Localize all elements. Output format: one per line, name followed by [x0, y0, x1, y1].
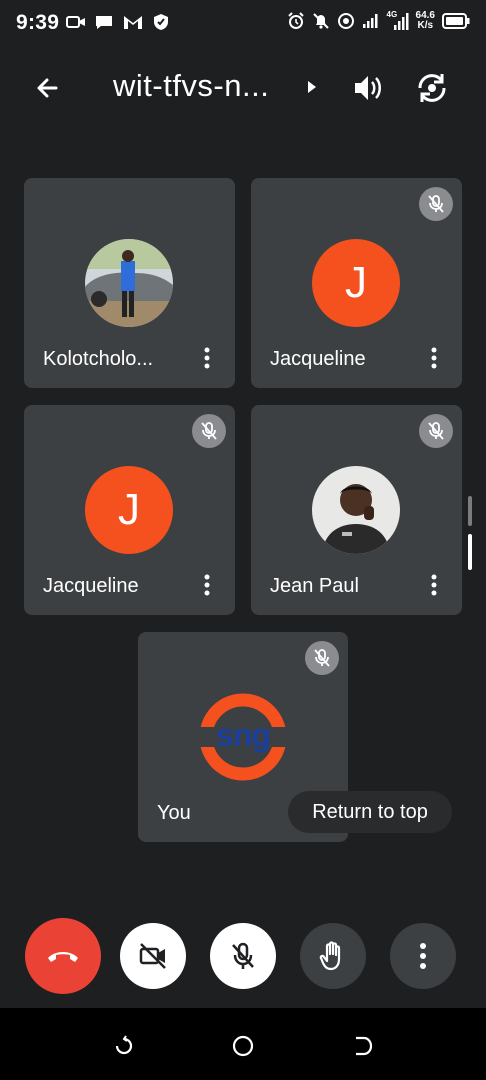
participant-photo-avatar — [312, 466, 400, 554]
mic-off-icon — [314, 649, 330, 667]
muted-indicator — [419, 187, 453, 221]
participant-photo-avatar — [85, 239, 173, 327]
self-name: You — [157, 802, 191, 824]
participant-tile[interactable]: J Jacqueline — [24, 405, 235, 615]
participant-name: Jean Paul — [270, 575, 359, 597]
meeting-code[interactable]: wit-tfvs-n... — [113, 68, 269, 104]
switch-camera-icon[interactable] — [414, 70, 450, 106]
chat-notification-icon — [96, 16, 112, 29]
muted-indicator — [305, 641, 339, 675]
end-call-icon — [48, 952, 78, 962]
participant-tile[interactable]: Kolotcholo... — [24, 178, 235, 388]
notification-icons — [66, 13, 170, 31]
alarm-icon — [287, 12, 304, 29]
self-avatar: sng — [199, 693, 287, 781]
gmail-notification-icon — [124, 16, 142, 29]
call-controls — [0, 918, 486, 994]
participant-name: Jacqueline — [270, 348, 366, 370]
mic-off-icon — [428, 422, 444, 440]
scrollbar[interactable] — [467, 496, 473, 570]
network-signal-icon — [393, 13, 409, 30]
man-portrait-photo — [312, 466, 400, 554]
more-vert-icon[interactable] — [199, 574, 215, 596]
shield-notification-icon — [154, 14, 168, 30]
end-call-button[interactable] — [25, 918, 101, 994]
recent-apps-icon[interactable] — [112, 1034, 136, 1058]
back-icon[interactable] — [350, 1034, 374, 1058]
speed-unit: K/s — [417, 20, 434, 31]
participant-initial-avatar: J — [85, 466, 173, 554]
participant-name: Kolotcholo... — [43, 348, 154, 370]
mic-off-icon — [232, 942, 254, 969]
home-icon[interactable] — [231, 1034, 255, 1058]
mic-toggle-button[interactable] — [210, 923, 276, 989]
more-vert-icon[interactable] — [199, 347, 215, 369]
participant-name: Jacqueline — [43, 575, 139, 597]
network-signal: 4G — [387, 10, 409, 32]
system-icons: 4G 64.6 K/s — [287, 10, 470, 32]
network-speed: 64.6 K/s — [416, 11, 435, 31]
return-to-top-button[interactable]: Return to top — [288, 791, 452, 833]
video-notification-icon — [66, 16, 85, 28]
status-time: 9:39 — [16, 11, 60, 34]
hotspot-icon — [337, 13, 354, 29]
more-vert-icon[interactable] — [426, 347, 442, 369]
raise-hand-button[interactable] — [300, 923, 366, 989]
more-vert-icon[interactable] — [426, 574, 442, 596]
speaker-icon[interactable] — [350, 70, 384, 106]
battery-icon — [442, 13, 470, 29]
participant-tile[interactable]: Jean Paul — [251, 405, 462, 615]
system-navigation-bar — [0, 1008, 486, 1080]
sng-logo-text: sng — [216, 717, 271, 753]
more-vert-icon — [420, 943, 426, 969]
raise-hand-icon — [319, 941, 341, 971]
signal-icon — [362, 14, 378, 28]
mic-off-icon — [201, 422, 217, 440]
more-options-button[interactable] — [390, 923, 456, 989]
camera-off-icon — [139, 943, 166, 969]
muted-indicator — [192, 414, 226, 448]
back-arrow-icon[interactable] — [30, 70, 66, 106]
status-bar: 9:39 4G 64.6 K/s — [0, 0, 486, 48]
participant-tile[interactable]: J Jacqueline — [251, 178, 462, 388]
participant-initial-avatar: J — [312, 239, 400, 327]
mic-off-icon — [428, 195, 444, 213]
caret-right-icon[interactable] — [305, 78, 319, 96]
muted-indicator — [419, 414, 453, 448]
man-with-car-photo — [85, 239, 173, 327]
camera-toggle-button[interactable] — [120, 923, 186, 989]
silent-bell-icon — [312, 13, 329, 29]
meeting-header: wit-tfvs-n... — [0, 58, 486, 118]
